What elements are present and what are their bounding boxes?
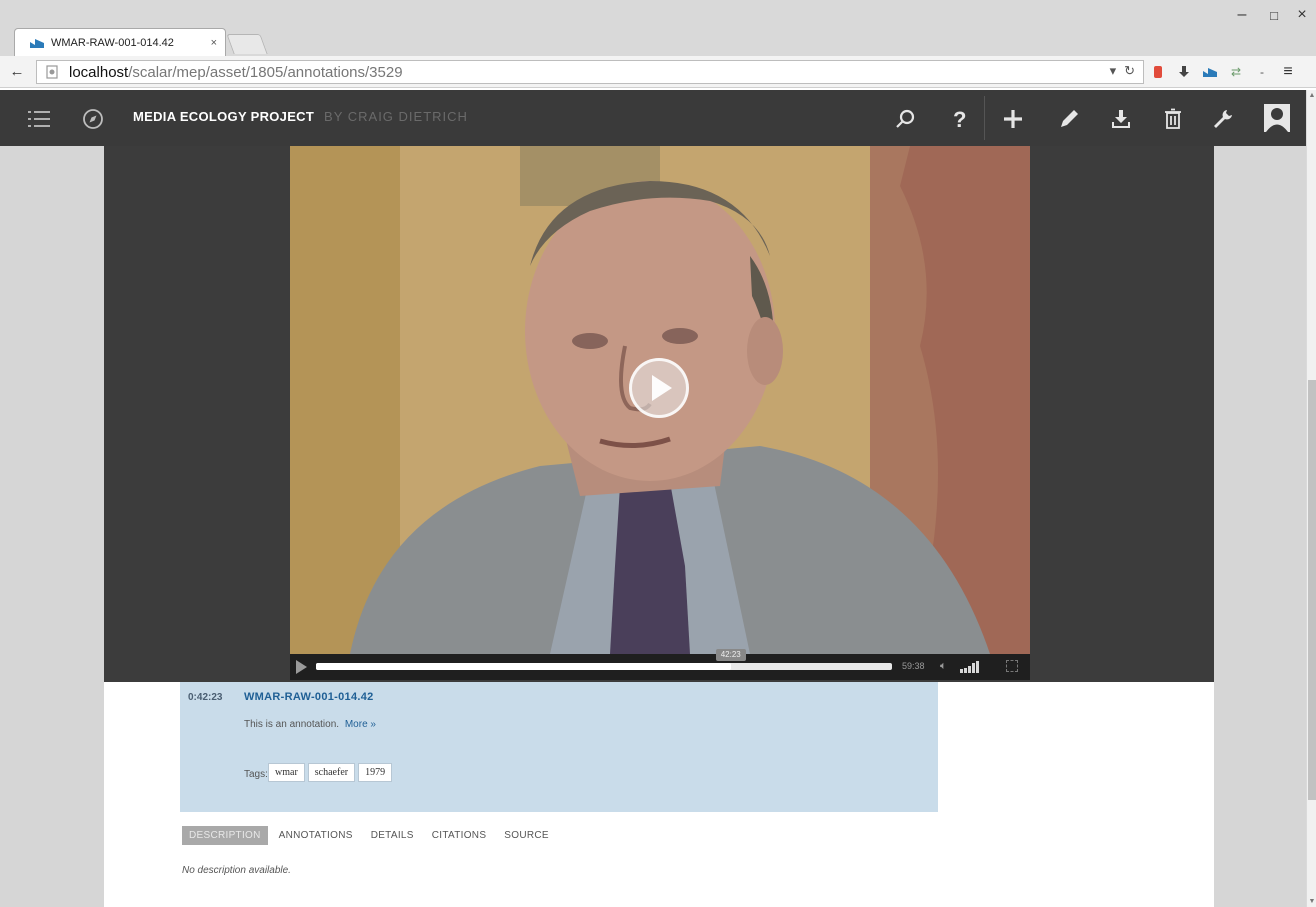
scrollbar-thumb[interactable]	[1308, 380, 1316, 800]
new-tab-button[interactable]	[226, 34, 268, 54]
tab-title: WMAR-RAW-001-014.42	[51, 36, 174, 49]
volume-icon[interactable]: 🔈︎	[940, 660, 947, 673]
maximize-icon[interactable]: □	[1262, 8, 1286, 23]
delete-icon[interactable]	[1160, 106, 1186, 132]
volume-level-bar	[960, 669, 963, 673]
tab-citations[interactable]: CITATIONS	[425, 826, 494, 845]
annotation-description: This is an annotation. More »	[244, 719, 376, 730]
site-brand[interactable]: MEDIA ECOLOGY PROJECT BY CRAIG DIETRICH	[133, 109, 468, 124]
wrench-icon[interactable]	[1210, 106, 1236, 132]
tab-annotations[interactable]: ANNOTATIONS	[272, 826, 360, 845]
menu-icon[interactable]	[26, 106, 52, 132]
minimize-icon[interactable]: –	[1230, 6, 1254, 24]
tag-wmar[interactable]: wmar	[268, 763, 305, 782]
player-controls: 42:23 59:38 🔈︎	[290, 649, 1030, 680]
volume-level-bar	[968, 666, 971, 673]
compass-icon[interactable]	[80, 106, 106, 132]
annotation-time[interactable]: 0:42:23	[188, 692, 222, 703]
user-icon[interactable]	[1262, 102, 1292, 134]
tab-description[interactable]: DESCRIPTION	[182, 826, 268, 845]
fullscreen-icon[interactable]	[1006, 660, 1018, 672]
header-divider	[984, 96, 985, 140]
scroll-up-icon[interactable]: ▲	[1308, 92, 1316, 99]
volume-level-bar	[964, 668, 967, 673]
duration-label: 59:38	[902, 661, 925, 671]
browser-toolbar: ← localhost /scalar/mep/asset/1805/annot…	[0, 56, 1316, 88]
description-text: No description available.	[182, 865, 291, 876]
browser-tabstrip: WMAR-RAW-001-014.42 × – □ ×	[0, 0, 1316, 56]
volume-level-bar	[972, 663, 975, 673]
extension-red-icon[interactable]	[1150, 64, 1166, 80]
page-scrollbar[interactable]: ▲ ▼	[1306, 90, 1316, 907]
seek-bar-progress	[316, 663, 731, 670]
tag-1979[interactable]: 1979	[358, 763, 393, 782]
volume-slider[interactable]	[960, 661, 979, 673]
help-icon[interactable]: ?	[946, 106, 972, 132]
app-header: MEDIA ECOLOGY PROJECT BY CRAIG DIETRICH …	[0, 90, 1306, 146]
scalar-favicon-icon	[30, 38, 44, 48]
tab-close-icon[interactable]: ×	[211, 37, 217, 49]
url-path: /scalar/mep/asset/1805/annotations/3529	[128, 63, 403, 81]
content-tabs: DESCRIPTION ANNOTATIONS DETAILS CITATION…	[182, 826, 560, 845]
page-icon	[46, 65, 58, 79]
playhead-time[interactable]: 42:23	[715, 649, 746, 661]
search-icon[interactable]	[892, 106, 918, 132]
extension-arrows-icon[interactable]: ⇄	[1228, 64, 1244, 80]
download-extension-icon[interactable]	[1176, 64, 1192, 80]
browser-tab[interactable]: WMAR-RAW-001-014.42 ×	[14, 28, 226, 56]
reload-icon[interactable]: ↻	[1124, 63, 1135, 79]
play-overlay-button[interactable]	[629, 358, 689, 418]
url-host: localhost	[69, 63, 129, 81]
tag-list: wmar schaefer 1979	[268, 763, 393, 782]
site-author: BY CRAIG DIETRICH	[324, 109, 468, 124]
tab-details[interactable]: DETAILS	[364, 826, 421, 845]
import-icon[interactable]	[1108, 106, 1134, 132]
tags-label: Tags:	[244, 769, 268, 780]
address-bar[interactable]: localhost /scalar/mep/asset/1805/annotat…	[36, 60, 1144, 84]
back-button[interactable]: ←	[0, 63, 34, 80]
extension-dropdown-icon[interactable]: -	[1254, 64, 1270, 80]
browser-menu-icon[interactable]: ≡	[1280, 63, 1296, 80]
edit-icon[interactable]	[1056, 106, 1082, 132]
play-icon	[652, 375, 672, 401]
annotation-description-text: This is an annotation.	[244, 719, 340, 730]
add-icon[interactable]	[1000, 106, 1026, 132]
volume-level-bar	[976, 661, 979, 673]
window-close-icon[interactable]: ×	[1290, 6, 1314, 24]
annotation-title[interactable]: WMAR-RAW-001-014.42	[244, 691, 374, 703]
control-play-icon[interactable]	[296, 660, 307, 674]
tag-schaefer[interactable]: schaefer	[307, 763, 356, 782]
seek-bar[interactable]: 42:23	[316, 649, 892, 670]
scalar-extension-icon[interactable]	[1202, 64, 1218, 80]
annotation-panel: 0:42:23 WMAR-RAW-001-014.42 This is an a…	[180, 682, 938, 812]
tab-source[interactable]: SOURCE	[497, 826, 556, 845]
more-link[interactable]: More »	[345, 719, 376, 730]
omnibox-dropdown-icon[interactable]: ▾	[1110, 63, 1117, 79]
scroll-down-icon[interactable]: ▼	[1308, 898, 1316, 905]
site-title: MEDIA ECOLOGY PROJECT	[133, 109, 315, 124]
svg-text:?: ?	[953, 107, 966, 131]
